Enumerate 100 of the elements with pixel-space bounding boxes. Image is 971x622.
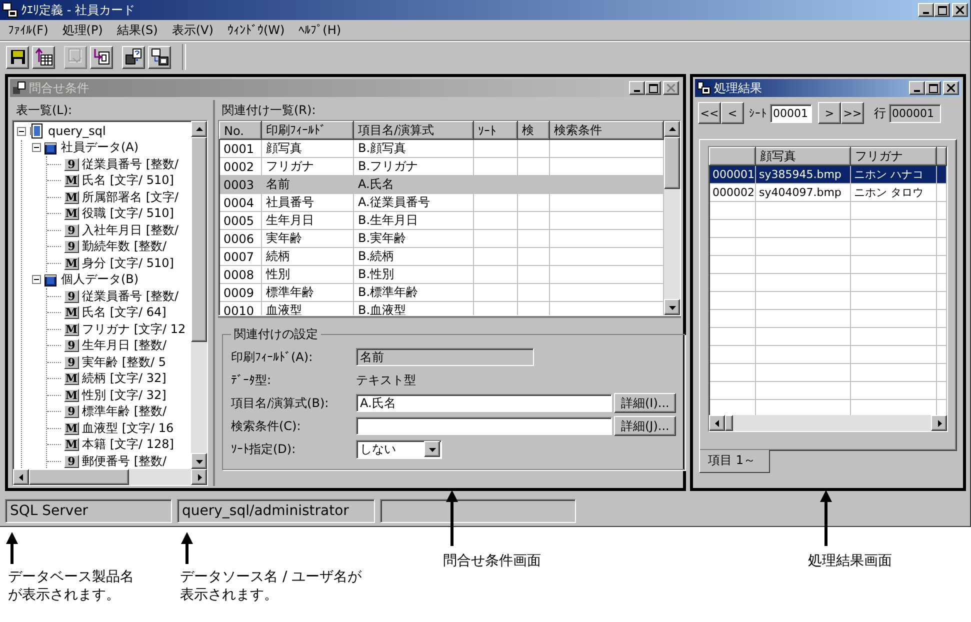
tree-item[interactable]: 個人データ(B) [61, 271, 139, 288]
menu-item[interactable]: 結果(S) [116, 22, 158, 38]
collapse-icon[interactable] [32, 143, 41, 152]
sheet-field[interactable]: 00001 [770, 104, 812, 122]
nav-button[interactable]: << [698, 102, 721, 124]
toolbar-button[interactable] [6, 46, 29, 68]
field-label: 項目名/演算式(B): [231, 394, 330, 412]
field-type-marker: M [64, 190, 79, 204]
table-row[interactable]: 0005 生年月日 B.生年月日 [220, 212, 664, 230]
tree-item[interactable]: 身分 [文字/ 510] [82, 254, 174, 272]
tree-item[interactable]: query_sql [48, 124, 106, 138]
triangle-up-icon [668, 126, 676, 132]
table-row[interactable]: 0004 社員番号 A.従業員番号 [220, 194, 664, 212]
maximize-button[interactable] [934, 3, 950, 17]
tree-item[interactable]: 実年齢 [整数/ 5 [82, 354, 166, 371]
table-row[interactable]: 000001 sy385945.bmp ニホン ハナコ [710, 166, 946, 184]
scroll-down-button[interactable] [191, 453, 207, 469]
nav-button[interactable]: < [721, 102, 744, 124]
tree-item[interactable]: 本籍 [文字/ 128] [82, 436, 174, 454]
tree-item[interactable]: 勤続年数 [整数/ [82, 238, 167, 256]
collapse-icon[interactable] [32, 275, 41, 284]
close-button[interactable] [943, 81, 959, 95]
menu-item[interactable]: ﾌｧｲﾙ(F) [8, 23, 48, 37]
details-button[interactable]: 詳細(I)... [614, 393, 676, 413]
dropdown[interactable]: しない [356, 440, 442, 458]
toolbar-button[interactable] [90, 46, 113, 68]
tree-item[interactable]: 従業員番号 [整数/ [82, 156, 179, 173]
scroll-left-button[interactable] [13, 469, 29, 485]
scroll-thumb[interactable] [725, 415, 733, 431]
toolbar-button[interactable] [148, 46, 171, 68]
tree-item[interactable]: 生年月日 [整数/ [82, 337, 167, 354]
maximize-button[interactable] [645, 81, 661, 95]
menu-item[interactable]: ｳｨﾝﾄﾞｳ(W) [227, 23, 285, 37]
details-button[interactable]: 詳細(J)... [614, 416, 676, 436]
toolbar-button[interactable] [122, 46, 145, 68]
maximize-button[interactable] [925, 81, 941, 95]
column-header[interactable]: No. [220, 122, 262, 140]
field-type-marker: M [64, 207, 79, 220]
close-button[interactable] [663, 81, 679, 95]
scroll-up-button[interactable] [664, 121, 680, 137]
status-pane: query_sql/administrator [177, 499, 375, 523]
tree-item[interactable]: フリガナ [文字/ 12 [82, 320, 186, 338]
menu-item[interactable]: ﾍﾙﾌﾟ(H) [298, 23, 342, 37]
column-header[interactable]: 検索条件 [550, 122, 664, 140]
tree-item[interactable]: 標準年齢 [整数/ [82, 403, 167, 420]
table-row[interactable]: 0007 続柄 B.続柄 [220, 248, 664, 266]
close-button[interactable] [952, 3, 968, 17]
column-header[interactable] [936, 148, 946, 166]
column-header[interactable]: 検 [518, 122, 550, 140]
table-cell: 0007 [220, 248, 262, 266]
input-field[interactable] [356, 417, 612, 435]
scroll-thumb[interactable] [191, 137, 207, 342]
minimize-button[interactable] [629, 81, 645, 95]
menu-item[interactable]: 処理(P) [62, 22, 103, 38]
tree-item[interactable]: 所属部署名 [文字/ [82, 188, 179, 206]
table-row[interactable]: 0006 実年齢 B.実年齢 [220, 230, 664, 248]
scroll-down-button[interactable] [664, 299, 680, 315]
scroll-thumb[interactable] [29, 469, 129, 485]
table-row[interactable]: 000002 sy404097.bmp ニホン タロウ [710, 184, 946, 202]
tree-item[interactable]: 氏名 [文字/ 64] [82, 304, 166, 322]
pane-label: 表一覧(L): [15, 102, 74, 119]
toolbar-button[interactable] [32, 46, 55, 68]
scroll-up-button[interactable] [191, 121, 207, 137]
tree-item[interactable]: 従業員番号 [整数/ [82, 288, 179, 305]
table-cell: 生年月日 [262, 212, 354, 230]
table-row[interactable]: 0008 性別 B.性別 [220, 266, 664, 284]
table-row[interactable]: 0003 名前 A.氏名 [220, 176, 664, 194]
status-pane: SQL Server [5, 499, 172, 523]
scroll-left-button[interactable] [709, 415, 725, 431]
menu-item[interactable]: 表示(V) [172, 22, 214, 38]
column-header[interactable]: ｿｰﾄ [474, 122, 518, 140]
tree-item[interactable]: 続柄 [文字/ 32] [82, 370, 166, 388]
input-field[interactable]: A.氏名 [356, 394, 612, 412]
tree-item[interactable]: 性別 [文字/ 32] [82, 386, 166, 404]
column-header[interactable]: 項目名/演算式 [354, 122, 474, 140]
column-header[interactable]: 顔写真 [756, 148, 850, 166]
tree-item[interactable]: 血液型 [文字/ 16 [82, 420, 174, 437]
column-header[interactable] [710, 148, 756, 166]
scroll-right-button[interactable] [191, 469, 207, 485]
table-row[interactable]: 0009 標準年齢 B.標準年齢 [220, 284, 664, 302]
tree-item[interactable]: 入社年月日 [整数/ [82, 222, 179, 239]
scroll-right-button[interactable] [931, 415, 947, 431]
tree-item[interactable]: 役職 [文字/ 510] [82, 205, 174, 222]
tree-item[interactable]: 氏名 [文字/ 510] [82, 172, 174, 190]
column-header[interactable]: フリガナ [850, 148, 936, 166]
tree-item[interactable]: 社員データ(A) [61, 139, 139, 156]
minimize-button[interactable] [918, 3, 934, 17]
column-header[interactable]: 印刷ﾌｨｰﾙﾄﾞ [262, 122, 354, 140]
collapse-icon[interactable] [17, 126, 26, 136]
minimize-button[interactable] [909, 81, 925, 95]
row-number: 000002 [710, 184, 756, 202]
scroll-thumb[interactable] [664, 137, 680, 189]
nav-button[interactable]: >> [841, 102, 864, 124]
nav-button[interactable]: > [818, 102, 841, 124]
close-icon [956, 6, 964, 14]
sheet-tab[interactable]: 項目 1～ [699, 450, 770, 473]
tree-item[interactable]: 郵便番号 [整数/ [82, 452, 167, 469]
row-field: 000001 [889, 104, 941, 122]
table-cell: sy404097.bmp [756, 184, 850, 202]
table-row[interactable]: 0001 顔写真 B.顔写真 [220, 140, 664, 158]
